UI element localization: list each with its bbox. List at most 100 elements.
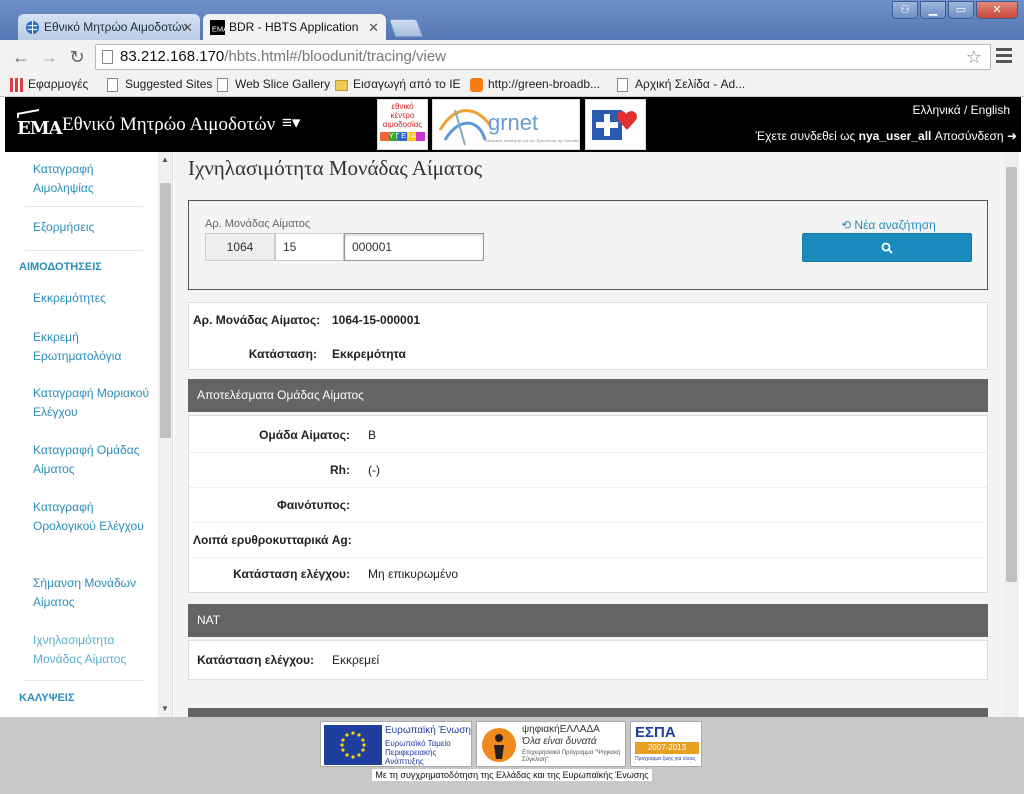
other-antigens-key: Λοιπά ερυθροκυτταρικά Ag: [193,533,352,547]
grnet-tagline: Δικτυακός υποδομής για την Έρευνα και τη… [485,138,579,143]
bookmark-label: Suggested Sites [125,77,213,91]
app-header: ΕΜΑ Εθνικό Μητρώο Αιμοδοτών ≡▾ εθνικό κέ… [5,97,1021,152]
main-content: Ιχνηλασιμότητα Μονάδας Αίματος Αρ. Μονάδ… [174,152,1004,717]
sidebar-item-traceability[interactable]: Ιχνηλασιμότητα Μονάδας Αίματος [33,631,153,669]
reload-icon[interactable]: ↻ [66,46,88,68]
bookmark-label: Αρχική Σελίδα - Ad... [635,77,746,91]
maximize-button[interactable]: ▭ [948,1,974,19]
unit-serial-input[interactable]: 000001 [344,233,484,261]
unit-number-key: Αρ. Μονάδας Αίματος: [193,313,321,327]
eu-fund-text: Ευρωπαϊκό Ταμείο Περιφερειακής Ανάπτυξης [385,739,451,766]
check-status-key: Κατάσταση ελέγχου: [233,567,350,581]
scroll-up-icon[interactable]: ▲ [159,154,171,166]
bookmark-ie-import[interactable]: Εισαγωγή από το IE [335,77,461,91]
logout-link[interactable]: Αποσύνδεση [935,129,1004,143]
forward-arrow-icon[interactable]: → [38,46,60,68]
sidebar-item-molecular-test[interactable]: Καταγραφή Μοριακού Ελέγχου [33,384,153,422]
blood-group-section-header: Αποτελέσματα Ομάδας Αίματος [188,379,988,412]
sidebar-item-pending-questionnaires[interactable]: Εκκρεμή Ερωτηματολόγια [33,328,153,366]
logo-bar: Υ Γ Ε Ι Α [380,132,425,141]
sidebar: Καταγραφή Αιμοληψίας Εξορμήσεις ΑΙΜΟΔΟΤΗ… [5,152,173,717]
digital-greece-icon [482,728,516,762]
sidebar-item-blood-group[interactable]: Καταγραφή Ομάδας Αίματος [33,441,153,479]
search-panel: Αρ. Μονάδας Αίματος 1064 15 000001 ⟲ Νέα… [188,200,988,290]
new-search-link[interactable]: ⟲ Νέα αναζήτηση [841,218,936,232]
nat-check-status-value: Εκκρεμεί [332,653,380,667]
account-icon[interactable]: ⚇ [892,1,918,19]
tab-title: BDR - HBTS Application [229,20,359,34]
new-tab-button[interactable] [388,19,424,37]
page-icon [102,50,113,64]
svg-text:ΕΜΑ: ΕΜΑ [212,24,225,33]
bookmark-label: Εισαγωγή από το IE [353,77,461,91]
unit-number-value: 1064-15-000001 [332,313,421,327]
search-button[interactable] [802,233,972,262]
espa-tagline: Πρόγραμμα ζωής για όλους [635,756,696,762]
nat-section-header: NAT [188,604,988,637]
funding-footer: Ευρωπαϊκή Ένωση Ευρωπαϊκό Ταμείο Περιφερ… [0,717,1024,794]
back-arrow-icon[interactable]: ← [10,46,32,68]
browser-tab-1[interactable]: Εθνικό Μητρώο Αιμοδοτών ✕ [18,14,200,41]
apps-icon [10,78,23,92]
check-status-value: Μη επικυρωμένο [368,567,458,581]
bookmark-web-slice[interactable]: Web Slice Gallery [217,77,330,92]
grnet-logo: grnet Δικτυακός υποδομής για την Έρευνα … [432,99,580,150]
bookmark-green-broadband[interactable]: http://green-broadb... [470,77,600,92]
bookmark-suggested-sites[interactable]: Suggested Sites [107,77,213,92]
sidebar-item-pending[interactable]: Εκκρεμότητες [33,289,153,308]
logo-line: εθνικό [391,102,414,111]
blood-group-value: B [368,428,377,442]
browser-menu-icon[interactable] [996,48,1012,64]
user-line: Έχετε συνδεθεί ως nya_user_all Αποσύνδεσ… [756,129,1017,143]
nat-check-status-key: Κατάσταση ελέγχου: [197,653,314,667]
close-icon[interactable]: ✕ [368,14,379,41]
window-close-button[interactable]: ✕ [976,1,1018,19]
logo-line: κέντρο [390,111,415,120]
espa-years: 2007-2013 [635,742,699,754]
browser-tab-2[interactable]: ΕΜΑ BDR - HBTS Application ✕ [203,14,386,41]
ema-logo[interactable]: ΕΜΑ [17,109,63,143]
unit-year-input[interactable]: 15 [275,233,344,261]
ema-favicon-icon: ΕΜΑ [210,20,225,35]
digital-slogan: Όλα είναι δυνατά [522,736,597,747]
undo-icon: ⟲ [841,218,852,232]
language-switcher[interactable]: Ελληνικά / English [913,103,1011,117]
next-section-header [188,708,988,717]
sidebar-item-donation-record[interactable]: Καταγραφή Αιμοληψίας [33,160,153,198]
scroll-down-icon[interactable]: ▼ [159,703,171,715]
sidebar-item-serology[interactable]: Καταγραφή Ορολογικού Ελέγχου [33,498,153,536]
minimize-button[interactable]: ▁ [920,1,946,19]
summary-panel: Αρ. Μονάδας Αίματος: 1064-15-000001 Κατά… [188,302,988,370]
page-title: Ιχνηλασιμότητα Μονάδας Αίματος [188,156,483,180]
bookmark-apps[interactable]: Εφαρμογές [10,77,88,92]
health-ministry-logo [585,99,646,150]
logout-icon[interactable]: ➜ [1007,129,1017,143]
new-search-label: Νέα αναζήτηση [854,218,936,232]
sidebar-item-unit-labeling[interactable]: Σήμανση Μονάδων Αίματος [33,574,153,612]
sidebar-scroll-thumb[interactable] [160,183,171,438]
app-menu-icon[interactable]: ≡▾ [282,113,300,133]
eu-title: Ευρωπαϊκή Ένωση [385,725,471,736]
search-icon [881,242,893,254]
app-title[interactable]: Εθνικό Μητρώο Αιμοδοτών [62,114,275,136]
logo-text: ΕΜΑ [17,118,63,139]
bookmarks-bar: Εφαρμογές Suggested Sites Web Slice Gall… [0,73,1024,97]
close-icon[interactable]: ✕ [182,14,193,41]
sidebar-section-coverage[interactable]: ΚΑΛΥΨΕΙΣ [19,692,74,704]
page-scroll-thumb[interactable] [1006,167,1017,582]
sidebar-item-campaigns[interactable]: Εξορμήσεις [33,218,153,237]
espa-title: ΕΣΠΑ [635,724,676,741]
address-bar[interactable]: 83.212.168.170/hbts.html#/bloodunit/trac… [95,44,991,70]
folder-icon [335,80,348,91]
sidebar-section-donations[interactable]: ΑΙΜΟΔΟΤΗΣΕΙΣ [19,261,102,273]
page-icon [107,78,118,92]
bookmark-home-page[interactable]: Αρχική Σελίδα - Ad... [617,77,746,92]
rh-key: Rh: [330,463,350,477]
digital-title: ψηφιακήΕΛΛΑΔΑ [522,724,600,735]
window-controls: ⚇ ▁ ▭ ✕ [892,1,1018,19]
bookmark-star-icon[interactable]: ☆ [966,45,982,69]
globe-icon [25,20,40,35]
username: nya_user_all [858,129,932,143]
browser-titlebar: Εθνικό Μητρώο Αιμοδοτών ✕ ΕΜΑ BDR - HBTS… [0,0,1024,41]
medical-cross-icon [592,110,637,140]
